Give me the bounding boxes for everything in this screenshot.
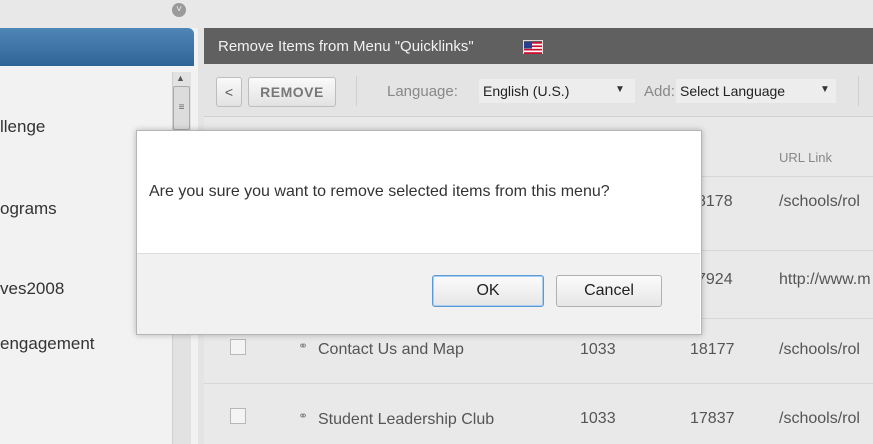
table-cell-id: 18177 [690,341,735,358]
table-cell-title[interactable]: Student Leadership Club [318,411,494,429]
row-checkbox[interactable] [230,408,246,424]
table-cell-id: 17837 [690,410,735,427]
sidebar-item[interactable]: engagement [0,334,170,354]
link-chain-icon: ⚭ [298,339,309,353]
table-cell-url: /schools/rol [779,341,860,358]
column-header-url: URL Link [779,150,832,165]
table-cell-url: /schools/rol [779,410,860,427]
scrollbar-thumb[interactable]: ≡ [173,86,190,130]
toolbar-divider [356,76,357,106]
collapse-circle-icon[interactable]: ˅ [172,3,186,17]
panel-title: Remove Items from Menu "Quicklinks" [218,38,474,55]
table-cell-id: 8178 [697,193,733,210]
scroll-up-arrow-icon[interactable]: ▲ [176,73,185,83]
table-cell-lang: 1033 [580,410,616,427]
row-divider [204,383,873,384]
ok-button[interactable]: OK [432,275,544,307]
top-strip [0,0,873,28]
table-cell-url: /schools/rol [779,193,860,210]
table-cell-title[interactable]: Contact Us and Map [318,341,464,359]
chevron-down-icon: ▼ [820,84,830,95]
add-language-select-value: Select Language [680,83,786,99]
dialog-message: Are you sure you want to remove selected… [149,183,610,200]
back-button[interactable]: < [216,77,242,107]
cancel-button[interactable]: Cancel [556,275,662,307]
link-chain-icon: ⚭ [298,409,309,423]
add-label: Add: [644,83,675,100]
table-cell-url: http://www.m [779,271,871,288]
table-cell-id: 7924 [697,271,733,288]
sidebar-header [0,28,194,66]
toolbar-divider [858,76,859,106]
row-checkbox[interactable] [230,339,246,355]
language-label: Language: [387,83,458,100]
us-flag-icon [523,40,543,54]
language-select-value: English (U.S.) [483,83,570,99]
table-cell-lang: 1033 [580,341,616,358]
chevron-down-icon: ▼ [615,84,625,95]
remove-button[interactable]: REMOVE [248,77,336,107]
